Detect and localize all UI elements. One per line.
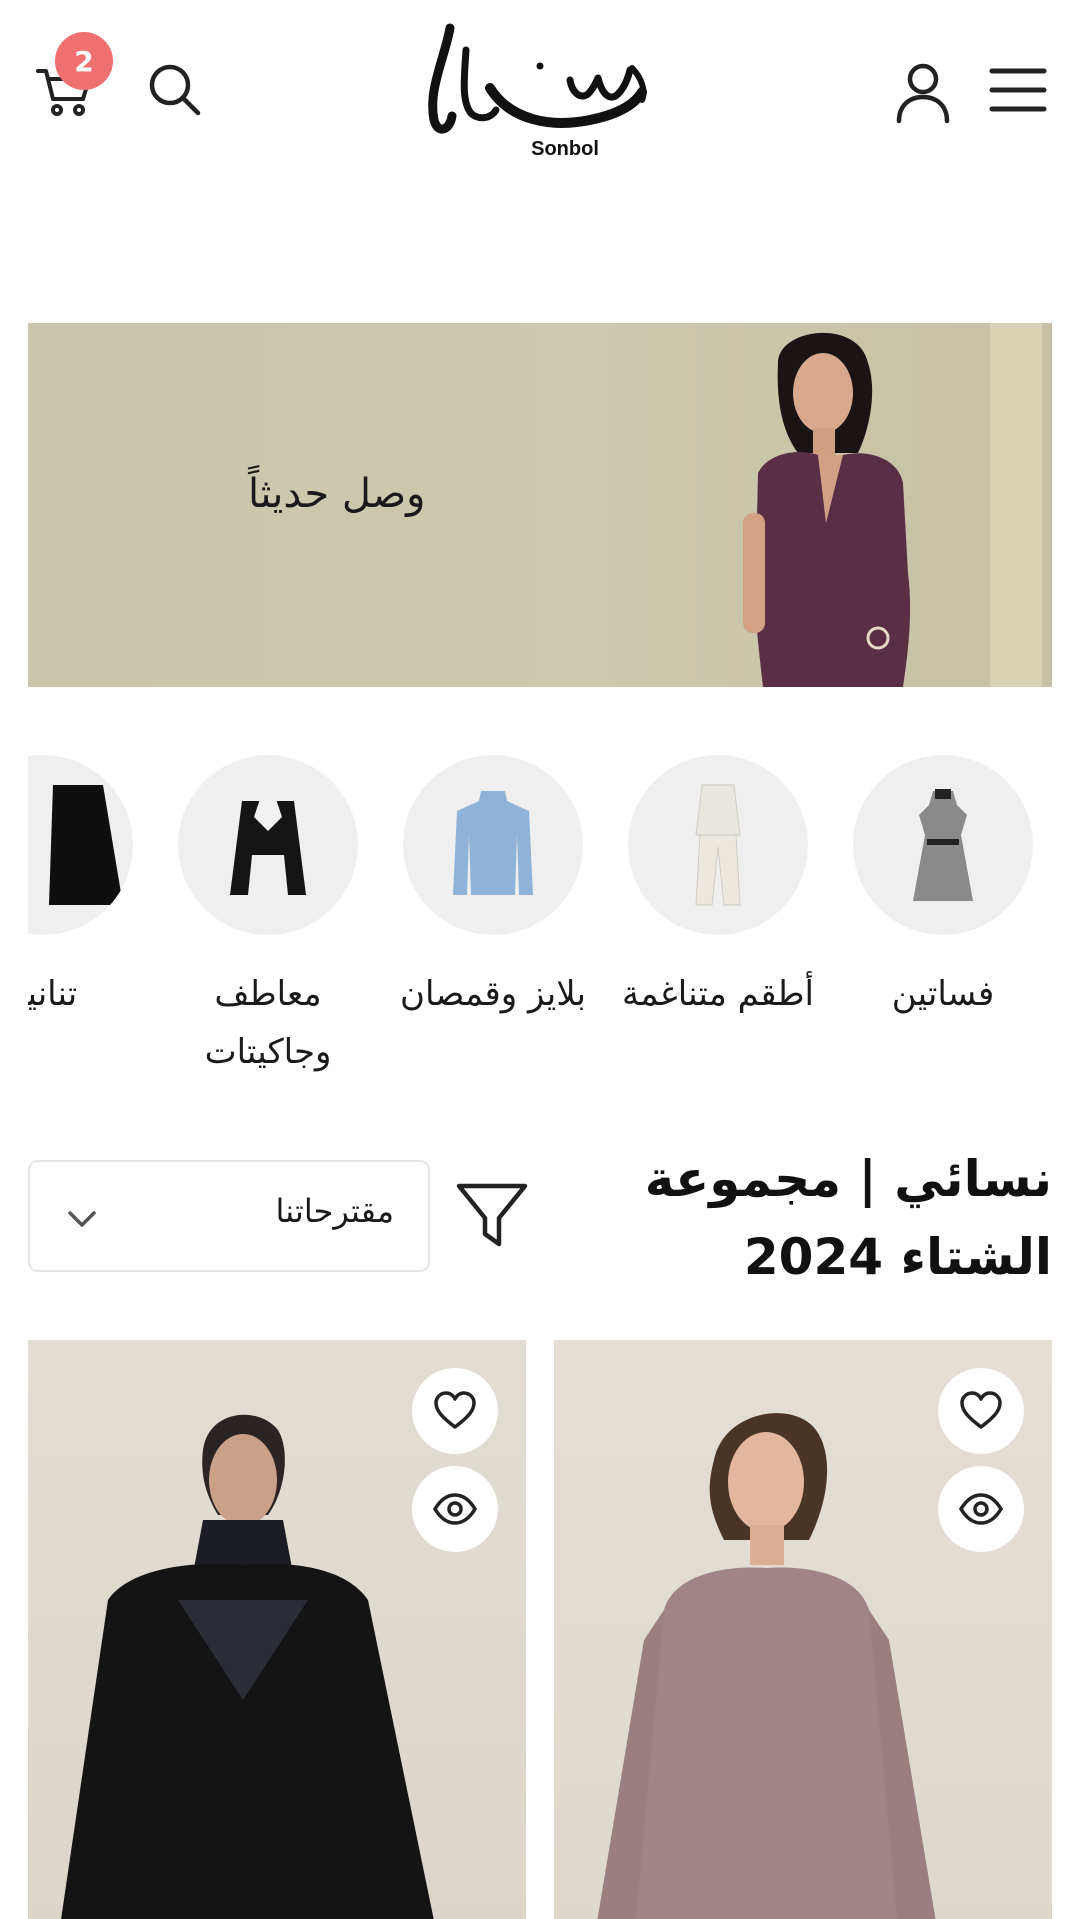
category-label: بلايز وقمصان [400,974,586,1014]
category-label: أطقم متناغمة [622,974,814,1014]
brand-logo[interactable]: Sonbol [420,20,660,170]
hero-model-image [743,332,911,687]
category-item[interactable]: أطقم متناغمة [603,755,833,1023]
wishlist-button[interactable] [938,1368,1024,1454]
eye-icon [433,1493,477,1525]
product-card[interactable] [28,1340,526,1919]
jacket-icon [230,799,306,895]
search-button[interactable] [140,55,210,125]
filter-button[interactable] [455,1180,530,1250]
category-item[interactable]: معاطف وجاكيتات [153,755,383,1075]
category-item[interactable]: تنانير [28,755,158,1023]
heart-icon [434,1391,476,1429]
category-item[interactable]: بلايز وقمصان [378,755,608,1023]
menu-icon [989,68,1046,112]
outfit-icon [695,784,741,906]
cart-count-badge: 2 [55,32,113,90]
category-image [628,755,808,935]
heart-icon [960,1391,1002,1429]
category-label: فساتين [891,974,995,1014]
sweater-icon [453,791,533,895]
search-icon [149,64,201,116]
dress-icon [913,789,973,901]
app-header: 2 Sonbol [0,0,1080,180]
category-image [28,755,133,935]
user-icon [896,63,950,123]
hero-banner[interactable]: وصل حديثاً [28,323,1052,687]
chevron-down-icon [68,1211,96,1227]
category-carousel[interactable]: فساتين أطقم متناغمة بلايز وقمصان معاطف و… [28,755,1052,1075]
wishlist-button[interactable] [412,1368,498,1454]
category-image [853,755,1033,935]
logo-calligraphy [428,23,647,134]
product-card[interactable] [554,1340,1052,1919]
hero-title: وصل حديثاً [248,471,426,517]
quick-view-button[interactable] [412,1466,498,1552]
collection-title: نسائي | مجموعة الشتاء 2024 [644,1150,1052,1286]
hero-wall-strip [990,323,1042,687]
quick-view-button[interactable] [938,1466,1024,1552]
filter-icon [456,1183,528,1247]
skirt-icon [49,785,123,905]
category-label: تنانير [28,974,78,1014]
sort-dropdown[interactable]: مقترحاتنا [28,1160,430,1272]
category-image [178,755,358,935]
category-item[interactable]: فساتين [828,755,1052,1023]
account-button[interactable] [888,55,958,130]
menu-button[interactable] [985,60,1050,120]
eye-icon [959,1493,1003,1525]
category-label: معاطف وجاكيتات [204,974,332,1072]
logo-subtitle: Sonbol [531,138,599,160]
sort-selected-value: مقترحاتنا [275,1192,394,1230]
category-image [403,755,583,935]
